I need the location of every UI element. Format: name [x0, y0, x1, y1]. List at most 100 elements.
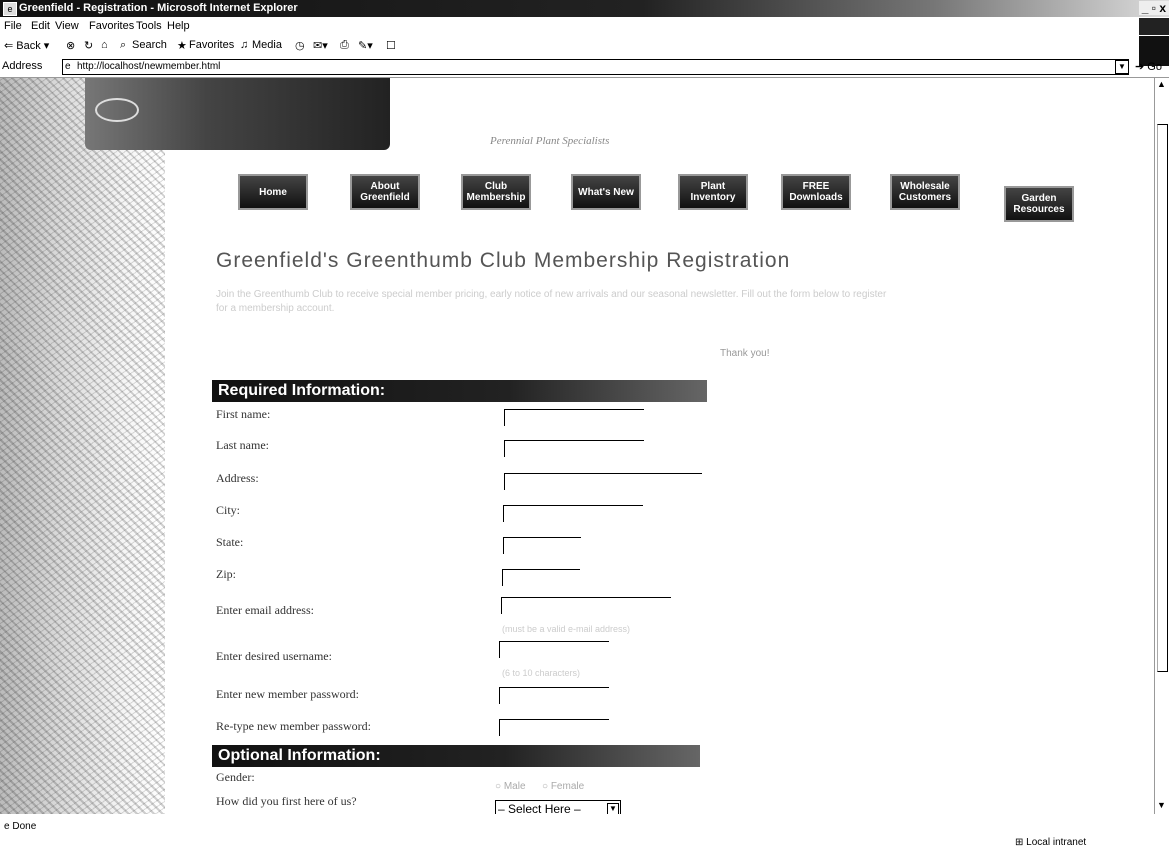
menu-tools[interactable]: Tools — [136, 20, 162, 32]
password-label: Enter new member password: — [216, 687, 359, 701]
logo-emblem-icon — [95, 98, 139, 122]
intro-signoff: Thank you! — [720, 348, 770, 359]
media-icon[interactable]: ♫ — [240, 39, 248, 51]
username-hint: (6 to 10 characters) — [502, 668, 581, 678]
decorative-sidebar — [0, 78, 165, 814]
last-name-input[interactable] — [504, 440, 644, 457]
go-label: Go — [1147, 61, 1162, 73]
menu-favorites[interactable]: Favorites — [89, 20, 134, 32]
email-label: Enter email address: — [216, 603, 314, 617]
toolbar: ⇐ Back ▾ ⊗ ↻ ⌂ ⌕ Search ★ Favorites ♫ Me… — [0, 36, 1169, 66]
menu-edit[interactable]: Edit — [31, 20, 50, 32]
status-done: Done — [12, 821, 37, 832]
back-button[interactable]: ⇐ Back ▾ — [4, 39, 49, 52]
gender-female-radio[interactable]: ○ Female — [542, 781, 584, 792]
zone-label: Local intranet — [1026, 837, 1087, 848]
gender-label: Gender: — [216, 770, 255, 784]
retype-password-input[interactable] — [499, 719, 609, 736]
address-bar: Address e http://localhost/newmember.html… — [0, 57, 1169, 78]
gender-male-label: Male — [503, 781, 526, 792]
nav-club[interactable]: Club Membership — [461, 174, 531, 210]
mail-icon[interactable]: ✉▾ — [313, 39, 328, 52]
nav-wholesale[interactable]: Wholesale Customers — [890, 174, 960, 210]
security-zone: ⊞ Local intranet — [1015, 837, 1086, 848]
intro-text: Join the Greenthumb Club to receive spec… — [216, 289, 887, 314]
address-input-field[interactable] — [504, 473, 702, 490]
media-button[interactable]: Media — [252, 39, 282, 51]
state-label: State: — [216, 535, 244, 549]
address-dropdown-icon[interactable]: ▼ — [1115, 60, 1129, 74]
city-input[interactable] — [503, 505, 643, 522]
go-arrow-icon: ➔ — [1135, 61, 1145, 73]
username-input[interactable] — [499, 641, 609, 658]
radio-circle-icon: ○ — [542, 781, 549, 792]
zip-input[interactable] — [502, 569, 580, 586]
nav-about[interactable]: About Greenfield — [350, 174, 420, 210]
vertical-scrollbar[interactable]: ▲ ▼ — [1154, 78, 1169, 814]
scroll-up-icon[interactable]: ▲ — [1157, 79, 1166, 89]
state-input[interactable] — [503, 537, 581, 554]
address-label-field: Address: — [216, 471, 259, 485]
window-controls[interactable]: _ ▫ x — [1138, 1, 1169, 15]
windows-logo — [1139, 18, 1169, 35]
referral-select[interactable]: – Select Here – ▼ — [495, 800, 621, 814]
first-name-label: First name: — [216, 407, 271, 421]
menu-bar: File Edit View Favorites Tools Help — [0, 18, 1169, 35]
city-label: City: — [216, 503, 241, 517]
favorites-button[interactable]: Favorites — [189, 39, 234, 51]
optional-header: Optional Information: — [212, 745, 700, 767]
greenfield-logo-banner[interactable] — [85, 78, 390, 150]
status-text: e Done — [4, 821, 36, 832]
address-url: http://localhost/newmember.html — [77, 61, 221, 72]
search-button[interactable]: Search — [132, 39, 167, 51]
radio-circle-icon: ○ — [495, 781, 502, 792]
page-title: Greenfield's Greenthumb Club Membership … — [216, 249, 791, 272]
refresh-icon[interactable]: ↻ — [84, 39, 93, 52]
nav-inventory[interactable]: Plant Inventory — [678, 174, 748, 210]
zip-label: Zip: — [216, 567, 236, 581]
page-content: Perennial Plant Specialists Home About G… — [0, 78, 1155, 814]
intranet-icon: ⊞ — [1015, 837, 1024, 848]
referral-selected-value: – Select Here – — [498, 802, 581, 814]
page-icon: e — [65, 61, 71, 72]
nav-resources[interactable]: Garden Resources — [1004, 186, 1074, 222]
tagline: Perennial Plant Specialists — [490, 135, 610, 147]
scroll-thumb[interactable] — [1157, 124, 1168, 672]
window-title: Greenfield - Registration - Microsoft In… — [19, 2, 298, 14]
last-name-label: Last name: — [216, 438, 269, 452]
address-label: Address — [2, 60, 43, 72]
go-button[interactable]: ➔ Go — [1135, 60, 1162, 73]
history-icon[interactable]: ◷ — [295, 39, 305, 52]
home-icon[interactable]: ⌂ — [101, 39, 108, 51]
password-input[interactable] — [499, 687, 609, 704]
favorites-icon[interactable]: ★ — [177, 39, 187, 52]
retype-password-label: Re-type new member password: — [216, 719, 371, 733]
first-name-input[interactable] — [504, 409, 644, 426]
username-label: Enter desired username: — [216, 649, 332, 663]
discuss-icon[interactable]: ☐ — [386, 39, 396, 52]
print-icon[interactable]: ⎙ — [340, 39, 349, 52]
ie-app-icon: e — [3, 2, 17, 16]
nav-downloads[interactable]: FREE Downloads — [781, 174, 851, 210]
required-header: Required Information: — [212, 380, 707, 402]
menu-help[interactable]: Help — [167, 20, 190, 32]
status-bar: e Done ⊞ Local intranet — [0, 815, 1169, 849]
browser-window: e Greenfield - Registration - Microsoft … — [0, 0, 1169, 849]
title-bar: e Greenfield - Registration - Microsoft … — [0, 0, 1169, 17]
address-input[interactable]: e http://localhost/newmember.html — [62, 59, 1129, 75]
scroll-down-icon[interactable]: ▼ — [1157, 800, 1166, 810]
page-icon: e — [4, 821, 10, 832]
search-icon[interactable]: ⌕ — [120, 39, 126, 52]
edit-icon[interactable]: ✎▾ — [358, 39, 373, 52]
nav-home[interactable]: Home — [238, 174, 308, 210]
nav-whats-new[interactable]: What's New — [571, 174, 641, 210]
chevron-down-icon: ▼ — [607, 803, 619, 814]
email-hint: (must be a valid e-mail address) — [502, 624, 631, 634]
referral-label: How did you first here of us? — [216, 794, 357, 808]
stop-icon[interactable]: ⊗ — [66, 39, 75, 52]
menu-view[interactable]: View — [55, 20, 79, 32]
gender-male-radio[interactable]: ○ Male — [495, 781, 526, 792]
menu-file[interactable]: File — [4, 20, 22, 32]
email-input[interactable] — [501, 597, 671, 614]
gender-female-label: Female — [550, 781, 585, 792]
